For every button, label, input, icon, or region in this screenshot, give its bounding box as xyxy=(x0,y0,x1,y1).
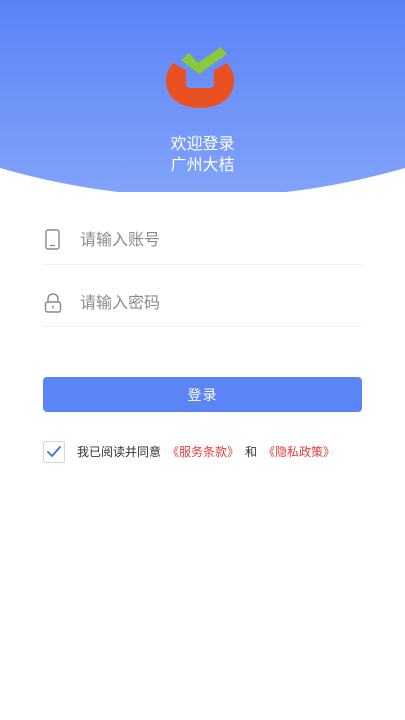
password-divider xyxy=(43,326,362,327)
welcome-title: 欢迎登录 xyxy=(170,134,235,153)
agreement-checkbox[interactable] xyxy=(43,441,65,463)
password-field xyxy=(43,282,362,322)
account-input[interactable] xyxy=(80,224,350,254)
lock-icon xyxy=(43,292,63,314)
terms-link[interactable]: 《服务条款》 xyxy=(167,445,239,459)
checkmark-icon xyxy=(47,446,61,457)
agreement-prefix: 我已阅读并同意 xyxy=(77,445,162,459)
login-button[interactable]: 登录 xyxy=(43,377,362,412)
phone-icon xyxy=(43,229,63,251)
agreement-text: 我已阅读并同意 《服务条款》和《隐私政策》 xyxy=(77,444,335,460)
company-name: 广州大桔 xyxy=(170,155,235,174)
account-divider xyxy=(43,264,362,265)
account-field xyxy=(43,219,362,259)
agreement-and: 和 xyxy=(245,445,258,459)
header-banner: 欢迎登录 广州大桔 xyxy=(0,0,405,192)
orange-checkmark-logo-icon xyxy=(166,47,234,108)
app-logo xyxy=(164,44,236,110)
password-input[interactable] xyxy=(80,287,350,317)
agreement-row: 我已阅读并同意 《服务条款》和《隐私政策》 xyxy=(43,441,383,463)
privacy-link[interactable]: 《隐私政策》 xyxy=(263,445,335,459)
